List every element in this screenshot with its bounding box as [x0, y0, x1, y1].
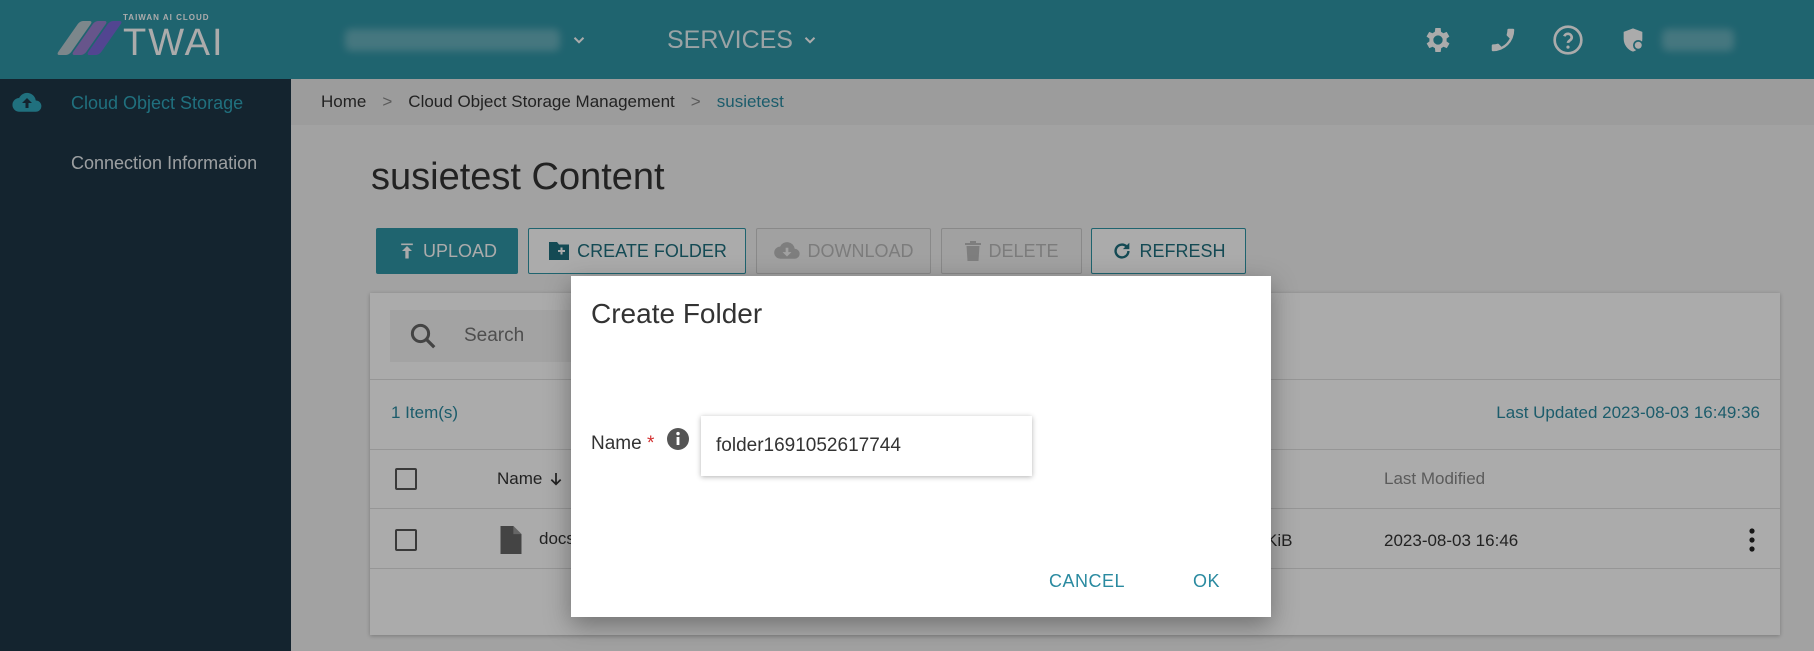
cancel-button[interactable]: CANCEL — [1049, 571, 1125, 592]
create-folder-dialog: Create Folder Name * CANCEL OK — [571, 276, 1271, 617]
ok-button[interactable]: OK — [1193, 571, 1220, 592]
dialog-title: Create Folder — [591, 298, 763, 329]
info-icon[interactable] — [666, 427, 690, 451]
required-mark: * — [646, 433, 655, 454]
folder-name-input[interactable] — [701, 416, 1032, 476]
name-field-label: Name * — [591, 433, 655, 454]
